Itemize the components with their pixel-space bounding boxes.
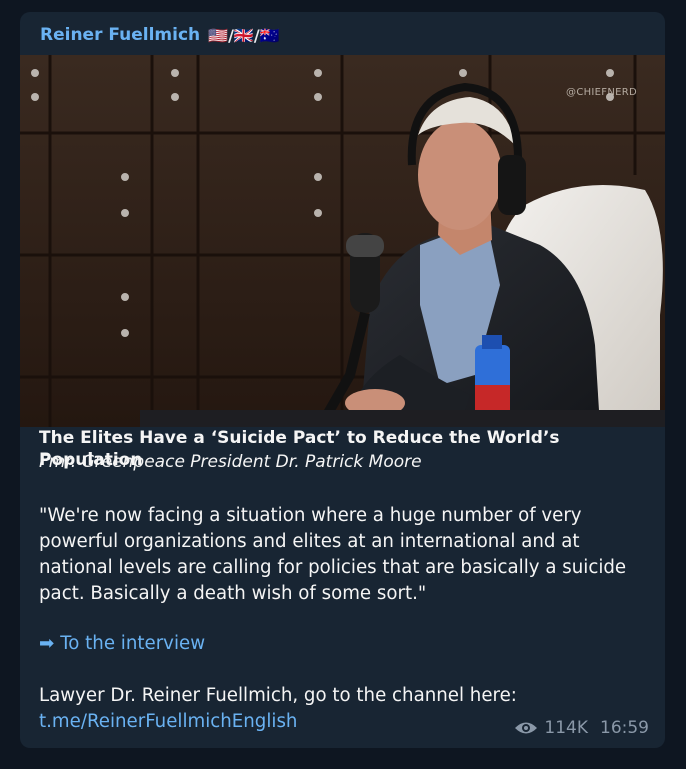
interview-link[interactable]: ➡ To the interview <box>39 631 205 657</box>
author-flags: 🇺🇸/🇬🇧/🇦🇺 <box>208 25 280 45</box>
post-quote: "We're now facing a situation where a hu… <box>39 505 627 604</box>
video-thumbnail[interactable]: @CHIEFNERD <box>20 55 665 427</box>
author-name[interactable]: Reiner Fuellmich 🇺🇸/🇬🇧/🇦🇺 <box>40 24 280 46</box>
video-watermark: @CHIEFNERD <box>566 87 637 98</box>
message-time: 16:59 <box>600 718 649 738</box>
channel-link[interactable]: t.me/ReinerFuellmichEnglish <box>39 709 297 735</box>
interview-link-label[interactable]: To the interview <box>60 633 205 654</box>
post-subtitle: Fmr. Greenpeace President Dr. Patrick Mo… <box>39 452 422 472</box>
message-bubble: Reiner Fuellmich 🇺🇸/🇬🇧/🇦🇺 @CHIEFNERD The… <box>20 12 665 748</box>
message-meta: 114K 16:59 <box>514 718 649 738</box>
channel-intro-text: Lawyer Dr. Reiner Fuellmich, go to the c… <box>39 685 517 706</box>
arrow-right-icon: ➡ <box>39 633 55 654</box>
view-count: 114K <box>544 718 588 738</box>
author-label[interactable]: Reiner Fuellmich <box>40 25 200 45</box>
views-eye-icon <box>515 722 538 734</box>
video-frame-illustration <box>20 55 665 427</box>
